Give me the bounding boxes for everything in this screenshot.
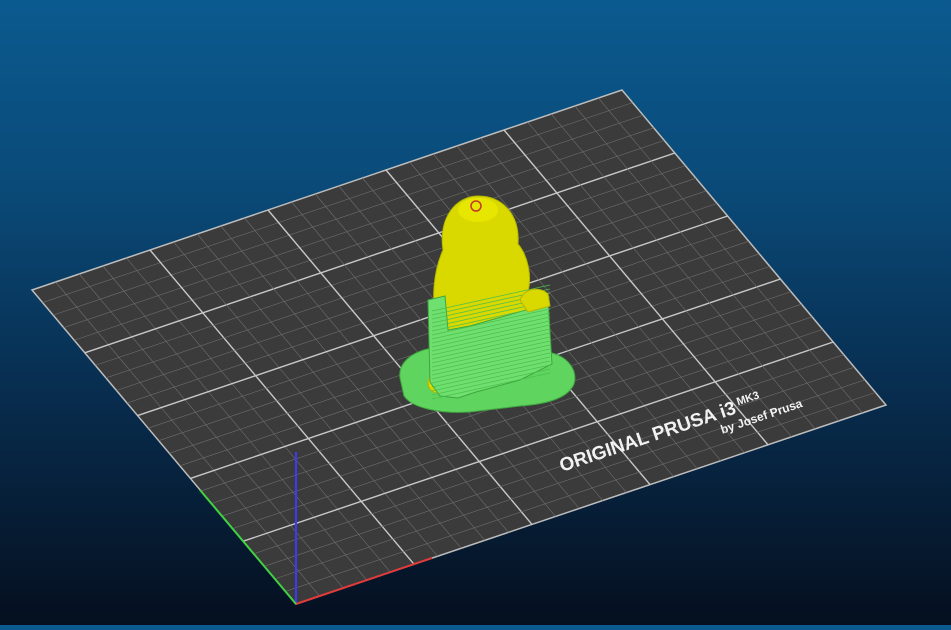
3d-preview-viewport[interactable]: ORIGINAL PRUSA i3 MK3 by Josef Prusa [0,0,951,625]
scene-svg[interactable]: ORIGINAL PRUSA i3 MK3 by Josef Prusa [0,0,951,625]
